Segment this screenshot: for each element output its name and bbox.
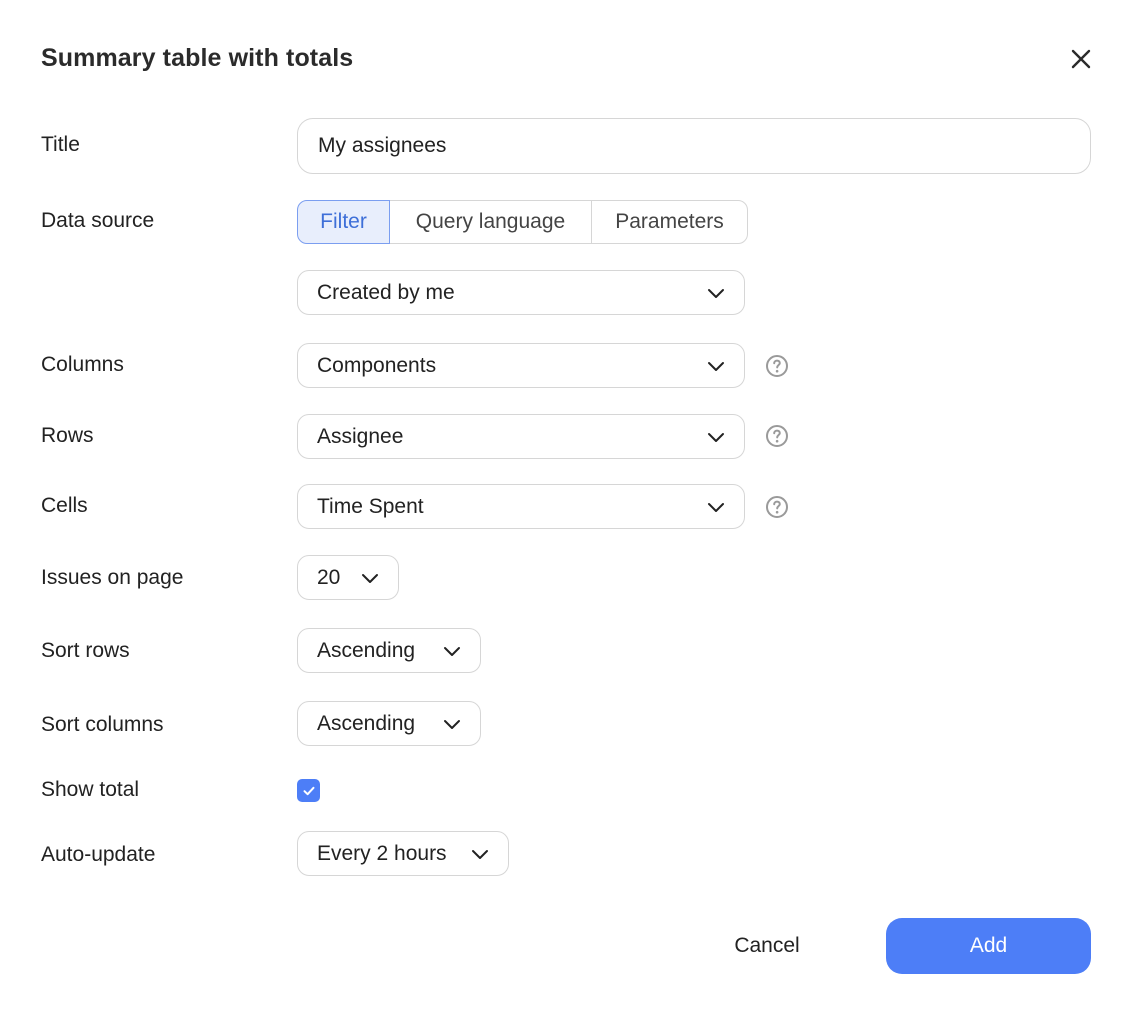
dialog-title: Summary table with totals: [41, 44, 354, 72]
chevron-down-icon: [443, 715, 461, 733]
rows-select-value: Assignee: [317, 424, 404, 448]
columns-select-value: Components: [317, 353, 437, 377]
sort-columns-value: Ascending: [317, 711, 416, 735]
rows-label: Rows: [41, 424, 94, 447]
auto-update-label: Auto-update: [41, 843, 156, 866]
close-button[interactable]: [1066, 44, 1096, 74]
chevron-down-icon: [471, 845, 489, 863]
chevron-down-icon: [443, 642, 461, 660]
sort-rows-value: Ascending: [317, 638, 416, 662]
cancel-button[interactable]: Cancel: [722, 918, 812, 974]
question-circle-icon: [766, 355, 788, 377]
columns-help-icon[interactable]: [765, 354, 789, 378]
auto-update-value: Every 2 hours: [317, 841, 447, 865]
cells-help-icon[interactable]: [765, 495, 789, 519]
sort-columns-label: Sort columns: [41, 713, 164, 736]
auto-update-select[interactable]: Every 2 hours: [297, 831, 509, 876]
columns-select[interactable]: Components: [297, 343, 745, 388]
sort-columns-select[interactable]: Ascending: [297, 701, 481, 746]
question-circle-icon: [766, 425, 788, 447]
rows-select[interactable]: Assignee: [297, 414, 745, 459]
cells-select[interactable]: Time Spent: [297, 484, 745, 529]
tab-filter[interactable]: Filter: [297, 200, 390, 244]
question-circle-icon: [766, 496, 788, 518]
summary-table-dialog: Summary table with totals Title Data sou…: [0, 0, 1136, 1022]
title-input[interactable]: [297, 118, 1091, 174]
check-icon: [303, 786, 314, 795]
issues-on-page-value: 20: [317, 565, 341, 589]
data-source-segmented-control: Filter Query language Parameters: [297, 200, 748, 244]
chevron-down-icon: [707, 428, 725, 446]
chevron-down-icon: [707, 284, 725, 302]
issues-on-page-label: Issues on page: [41, 566, 184, 589]
title-label: Title: [41, 133, 80, 156]
close-icon: [1071, 49, 1091, 69]
tab-parameters[interactable]: Parameters: [591, 200, 748, 244]
add-button[interactable]: Add: [886, 918, 1091, 974]
sort-rows-label: Sort rows: [41, 639, 130, 662]
sort-rows-select[interactable]: Ascending: [297, 628, 481, 673]
chevron-down-icon: [707, 498, 725, 516]
show-total-checkbox[interactable]: [297, 779, 320, 802]
cells-select-value: Time Spent: [317, 494, 424, 518]
cells-label: Cells: [41, 494, 88, 517]
show-total-label: Show total: [41, 778, 140, 801]
filter-select-value: Created by me: [317, 280, 455, 304]
tab-query-language[interactable]: Query language: [389, 200, 592, 244]
rows-help-icon[interactable]: [765, 424, 789, 448]
issues-on-page-select[interactable]: 20: [297, 555, 399, 600]
columns-label: Columns: [41, 353, 124, 376]
chevron-down-icon: [361, 569, 379, 587]
filter-select[interactable]: Created by me: [297, 270, 745, 315]
chevron-down-icon: [707, 357, 725, 375]
data-source-label: Data source: [41, 209, 155, 232]
